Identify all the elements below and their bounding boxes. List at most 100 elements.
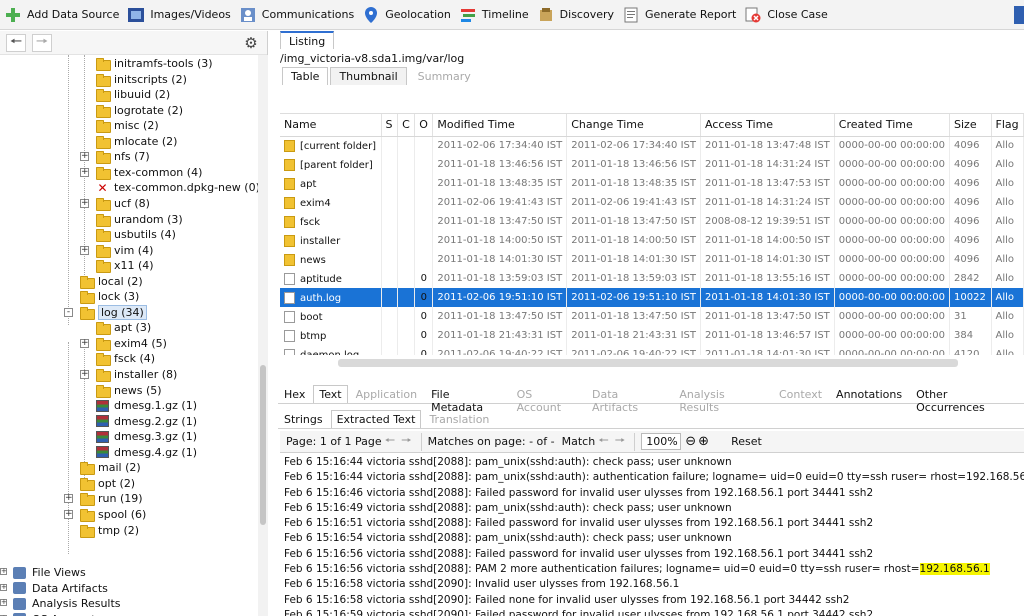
text-subtab[interactable]: Strings — [278, 410, 329, 428]
table-row[interactable]: btmp 0 2011-01-18 21:43:31 IST 2011-01-18 2… — [280, 326, 1024, 345]
table-row[interactable]: boot 0 2011-01-18 13:47:50 IST 2011-01-18 1… — [280, 307, 1024, 326]
viewer-tab[interactable]: Application — [350, 385, 423, 403]
tree-node[interactable]: tmp (2) — [80, 523, 139, 538]
forward-button[interactable]: 🠖 — [32, 33, 52, 52]
tree-node[interactable]: mlocate (2) — [96, 134, 177, 149]
tree-node[interactable]: lock (3) — [80, 289, 139, 305]
table-row[interactable]: apt 2011-01-18 13:48:35 IST 2011-01-18 13:… — [280, 174, 1024, 193]
tree-node[interactable]: opt (2) — [80, 476, 135, 491]
expand-icon[interactable]: + — [80, 245, 89, 255]
viewer-tab[interactable]: Data Artifacts — [586, 385, 671, 414]
tree-node[interactable]: x11 (4) — [96, 258, 154, 274]
tab-summary[interactable]: Summary — [409, 67, 480, 85]
previous-page-button[interactable]: 🠔 — [385, 431, 396, 452]
column-header[interactable]: Modified Time — [432, 114, 568, 137]
table-row[interactable]: exim4 2011-02-06 19:41:43 IST 2011-02-06 1… — [280, 193, 1024, 212]
viewer-tab[interactable]: Hex — [278, 385, 311, 403]
table-row[interactable]: daemon.log 0 2011-02-06 19:40:22 IST 2011-0… — [280, 345, 1024, 355]
tree-node[interactable]: mail (2) — [80, 460, 141, 476]
tab-thumbnail[interactable]: Thumbnail — [330, 67, 407, 85]
tree-node[interactable]: misc (2) — [96, 118, 159, 134]
table-row[interactable]: aptitude 0 2011-01-18 13:59:03 IST 2011-01-… — [280, 269, 1024, 288]
zoom-level[interactable]: 100% — [641, 433, 682, 450]
tree-node[interactable]: + exim4 (5) — [80, 336, 167, 351]
viewer-tab[interactable]: Other Occurrences — [910, 385, 1022, 414]
communications-button[interactable]: Communications — [235, 2, 358, 28]
tree-settings-button[interactable]: ⚙ — [241, 34, 261, 52]
tree-node[interactable]: - log (34) — [64, 304, 147, 320]
geolocation-button[interactable]: Geolocation — [358, 2, 455, 28]
text-subtab[interactable]: Translation — [423, 410, 495, 428]
tree-node[interactable]: usbutils (4) — [96, 227, 176, 243]
tree-root-item[interactable]: + Analysis Results — [0, 596, 121, 611]
column-header[interactable]: O — [414, 114, 434, 137]
tree-node[interactable]: initramfs-tools (3) — [96, 56, 213, 71]
column-header[interactable]: Access Time — [700, 114, 835, 137]
extracted-text-area[interactable]: Feb 6 15:16:44 victoria sshd[2088]: pam_… — [280, 455, 1024, 616]
tree-node[interactable]: + installer (8) — [80, 367, 177, 382]
column-header[interactable]: Created Time — [834, 114, 951, 137]
tree-node[interactable]: ✕ tex-common.dpkg-new (0) — [96, 180, 258, 195]
tree-node[interactable]: local (2) — [80, 274, 143, 289]
generate-report-button[interactable]: Generate Report — [618, 2, 740, 28]
column-header[interactable]: S — [381, 114, 399, 137]
expand-icon[interactable]: + — [64, 494, 73, 504]
expand-icon[interactable]: + — [64, 509, 73, 519]
column-header[interactable]: C — [397, 114, 416, 137]
table-row[interactable]: [parent folder] 2011-01-18 13:46:56 IST 20… — [280, 155, 1024, 174]
timeline-button[interactable]: Timeline — [455, 2, 533, 28]
expand-icon[interactable]: + — [80, 198, 89, 208]
column-header[interactable]: Size — [949, 114, 992, 137]
column-header[interactable]: Name — [280, 114, 382, 137]
tree-root-item[interactable]: + Data Artifacts — [0, 581, 108, 596]
reset-button[interactable]: Reset — [731, 435, 762, 448]
viewer-tab[interactable]: Annotations — [830, 385, 908, 403]
tab-listing[interactable]: Listing — [280, 31, 335, 49]
expand-icon[interactable]: + — [80, 152, 89, 162]
viewer-tab[interactable]: Text — [313, 385, 348, 403]
tree-node[interactable]: + nfs (7) — [80, 149, 150, 165]
tree-node[interactable]: + run (19) — [64, 491, 143, 507]
tree-node[interactable]: + ucf (8) — [80, 196, 150, 211]
tab-table[interactable]: Table — [282, 67, 329, 85]
tree-scrollbar[interactable] — [258, 55, 268, 616]
tree-node[interactable]: dmesg.2.gz (1) — [96, 414, 197, 429]
tree-node[interactable]: + vim (4) — [80, 243, 153, 258]
listing-horizontal-scrollbar[interactable] — [338, 359, 958, 367]
tree-node[interactable]: initscripts (2) — [96, 72, 187, 87]
back-button[interactable]: 🠔 — [6, 33, 26, 52]
next-page-button[interactable]: 🠖 — [401, 431, 412, 452]
viewer-tab[interactable]: Analysis Results — [673, 385, 771, 414]
expand-icon[interactable]: + — [0, 599, 7, 606]
next-match-button[interactable]: 🠖 — [615, 431, 626, 452]
viewer-tab[interactable]: OS Account — [511, 385, 584, 414]
expand-icon[interactable]: + — [0, 568, 7, 575]
tree-node[interactable]: dmesg.1.gz (1) — [96, 398, 197, 413]
tree-node[interactable]: news (5) — [96, 383, 162, 398]
tree-node[interactable]: + spool (6) — [64, 507, 146, 522]
discovery-button[interactable]: Discovery — [533, 2, 618, 28]
tree-node[interactable]: dmesg.4.gz (1) — [96, 445, 197, 460]
add-data-source-button[interactable]: Add Data Source — [0, 2, 123, 28]
viewer-tab[interactable]: Context — [773, 385, 828, 403]
table-row[interactable]: installer 2011-01-18 14:00:50 IST 2011-01-… — [280, 231, 1024, 250]
table-row[interactable]: news 2011-01-18 14:01:30 IST 2011-01-18 14… — [280, 250, 1024, 269]
tree-node[interactable]: + tex-common (4) — [80, 165, 202, 180]
zoom-out-icon[interactable]: ⊖ — [685, 434, 696, 449]
tree-node[interactable]: dmesg.3.gz (1) — [96, 429, 197, 444]
tree-node[interactable]: libuuid (2) — [96, 87, 170, 103]
column-header[interactable]: Flag — [991, 114, 1024, 137]
table-row[interactable]: [current folder] 2011-02-06 17:34:40 IST 2… — [280, 136, 1024, 155]
table-row[interactable]: fsck 2011-01-18 13:47:50 IST 2011-01-18 13… — [280, 212, 1024, 231]
previous-match-button[interactable]: 🠔 — [598, 431, 609, 452]
toolbar-overflow-icon[interactable] — [1014, 5, 1024, 24]
tree-node[interactable]: fsck (4) — [96, 351, 155, 367]
expand-icon[interactable]: + — [80, 370, 89, 379]
expand-icon[interactable]: + — [80, 167, 89, 177]
tree-node[interactable]: urandom (3) — [96, 212, 183, 227]
table-row[interactable]: auth.log 0 2011-02-06 19:51:10 IST 2011-02-… — [280, 288, 1024, 307]
expand-icon[interactable]: + — [80, 338, 89, 348]
tree-root-item[interactable]: +OS Accounts — [0, 612, 101, 616]
tree-root-item[interactable]: + File Views — [0, 565, 86, 580]
column-header[interactable]: Change Time — [566, 114, 701, 137]
